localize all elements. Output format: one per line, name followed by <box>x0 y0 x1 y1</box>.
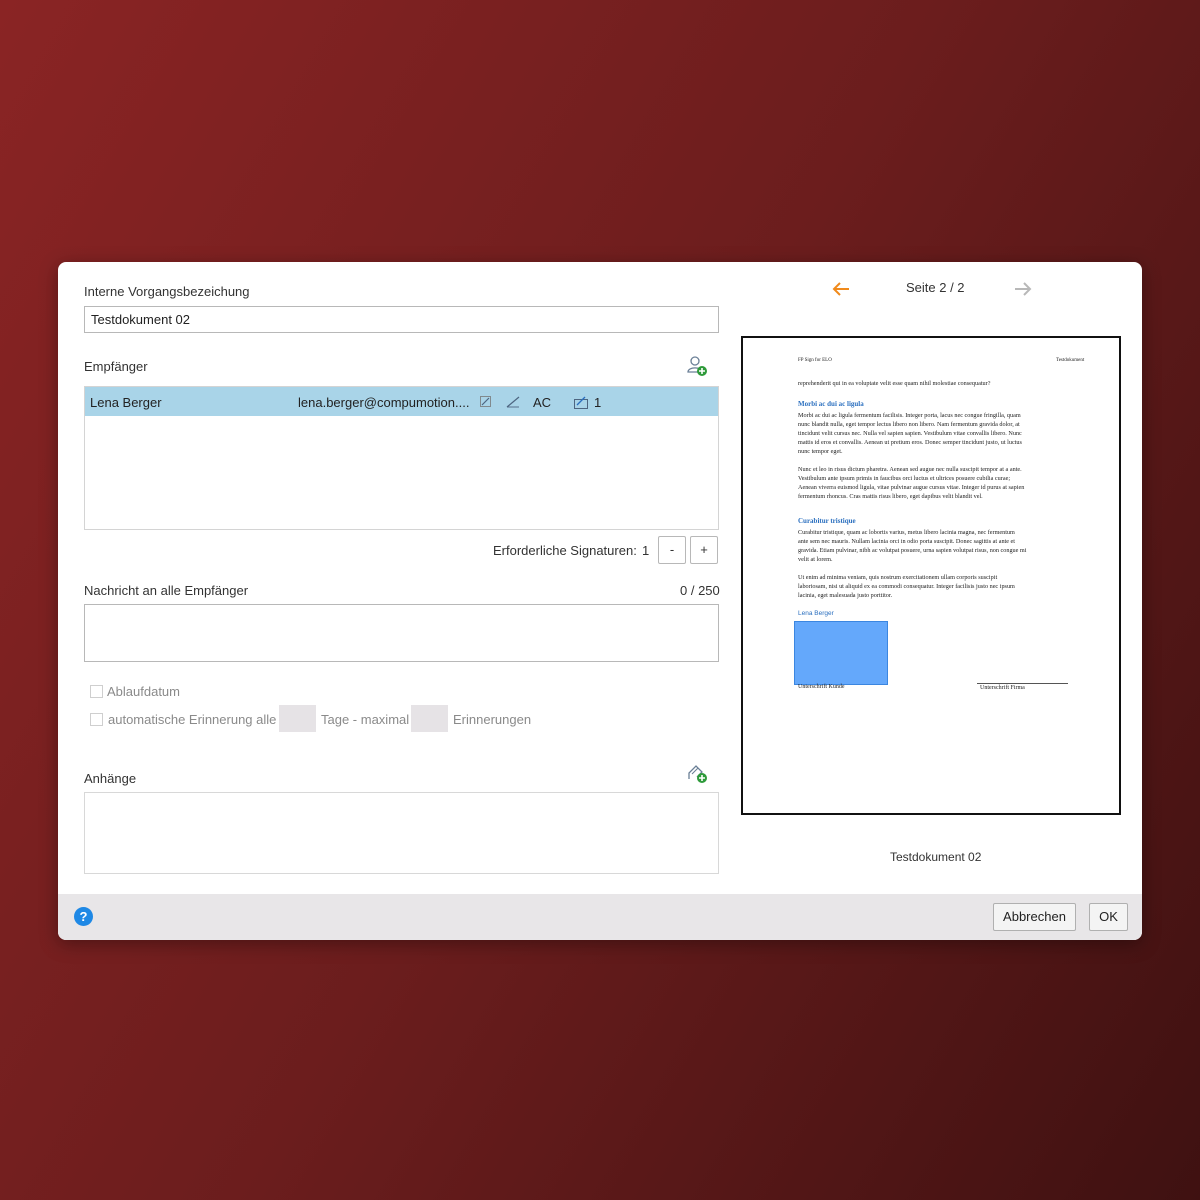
cancel-button[interactable]: Abbrechen <box>993 903 1076 931</box>
recipient-name: Lena Berger <box>90 395 162 410</box>
message-textarea[interactable] <box>84 604 719 662</box>
recipient-email: lena.berger@compumotion.... <box>298 395 470 410</box>
reminder-max-input[interactable] <box>411 705 448 732</box>
help-icon[interactable]: ? <box>74 907 93 926</box>
dialog-footer: ? Abbrechen OK <box>58 894 1142 940</box>
doc-text: Aenean viverra euismod ligula, vitae pul… <box>798 484 1025 491</box>
expiry-checkbox[interactable] <box>90 685 103 698</box>
expiry-label: Ablaufdatum <box>107 684 180 699</box>
doc-text: laboriosam, nisi ut aliquid ex ea commod… <box>798 583 1015 590</box>
decrease-signatures-button[interactable]: - <box>658 536 686 564</box>
signature-field[interactable] <box>794 621 888 685</box>
doc-text: gravida. Etiam pulvinar, nibh ac volutpa… <box>798 547 1027 554</box>
increase-signatures-button[interactable]: + <box>690 536 718 564</box>
doc-body: reprehenderit qui in ea voluptate velit … <box>798 379 1098 600</box>
doc-text: mattis id eros et convallis. Aenean ut p… <box>798 439 1022 446</box>
edit-icon[interactable] <box>480 396 491 407</box>
title-input[interactable] <box>84 306 719 333</box>
title-label: Interne Vorgangsbezeichung <box>84 284 250 299</box>
sig-company-line <box>977 683 1068 684</box>
doc-text: Curabitur tristique, quam ac lobortis va… <box>798 529 1015 536</box>
doc-text: nunc blandit nulla, eget tempor lectus l… <box>798 421 1020 428</box>
doc-text: lacinia, eget malesuada justo porttitor. <box>798 592 893 599</box>
doc-text: Nunc et leo in risus dictum pharetra. Ae… <box>798 466 1022 473</box>
doc-heading: Morbi ac dui ac ligula <box>798 400 864 408</box>
ok-button[interactable]: OK <box>1089 903 1128 931</box>
add-attachment-icon[interactable] <box>686 762 708 784</box>
recipient-initials: AC <box>533 395 552 410</box>
document-preview: FP Sign for ELO Testdokument reprehender… <box>741 336 1121 815</box>
recipients-list: Lena Berger lena.berger@compumotion.... … <box>84 386 719 530</box>
days-label: Tage - maximal <box>321 712 410 727</box>
recipients-label: Empfänger <box>84 359 148 374</box>
doc-text: ante sem nec mauris. Nullam lacinia orci… <box>798 538 1016 545</box>
attachments-list <box>84 792 719 874</box>
doc-text: Vestibulum ante ipsum primis in faucibus… <box>798 475 1011 482</box>
signature-count: 1 <box>594 395 602 410</box>
reminder-days-input[interactable] <box>279 705 316 732</box>
doc-text: velit at lorem. <box>798 556 833 563</box>
doc-text: nunc tempor eget. <box>798 448 843 455</box>
doc-header-left: FP Sign for ELO <box>798 358 832 363</box>
preview-document-name: Testdokument 02 <box>890 850 982 864</box>
recipient-row[interactable]: Lena Berger lena.berger@compumotion.... … <box>85 387 718 416</box>
attachments-label: Anhänge <box>84 771 137 786</box>
previous-page-arrow-icon[interactable] <box>831 281 851 297</box>
doc-text: Morbi ac dui ac ligula fermentum facilis… <box>798 412 1021 419</box>
reminder-label: automatische Erinnerung alle <box>108 712 277 727</box>
doc-header-right: Testdokument <box>1056 358 1085 363</box>
doc-heading: Curabitur tristique <box>798 517 856 525</box>
message-counter: 0 / 250 <box>680 583 720 598</box>
page-indicator: Seite 2 / 2 <box>906 280 965 295</box>
doc-text: tincidunt velit cursus nec. Nulla vel sa… <box>798 430 1022 437</box>
reminder-checkbox[interactable] <box>90 713 103 726</box>
add-recipient-icon[interactable] <box>686 355 708 377</box>
signature-type-icon[interactable] <box>506 396 520 408</box>
signer-label: Lena Berger <box>798 610 834 617</box>
sig-company-label: Unterschrift Firma <box>980 685 1025 691</box>
reminders-label: Erinnerungen <box>453 712 532 727</box>
message-label: Nachricht an alle Empfänger <box>84 583 249 598</box>
required-signatures-value: 1 <box>642 543 650 558</box>
next-page-arrow-icon[interactable] <box>1013 281 1033 297</box>
sig-customer-label: Unterschrift Kunde <box>798 684 845 690</box>
required-signatures-label: Erforderliche Signaturen: <box>493 543 637 558</box>
doc-text: fermentum rhoncus. Cras mattis risus lib… <box>798 493 983 500</box>
sign-request-dialog: Interne Vorgangsbezeichung Empfänger Len… <box>58 262 1142 940</box>
doc-text: reprehenderit qui in ea voluptate velit … <box>798 380 991 387</box>
signature-field-icon[interactable] <box>574 396 588 409</box>
doc-text: Ut enim ad minima veniam, quis nostrum e… <box>798 574 998 581</box>
